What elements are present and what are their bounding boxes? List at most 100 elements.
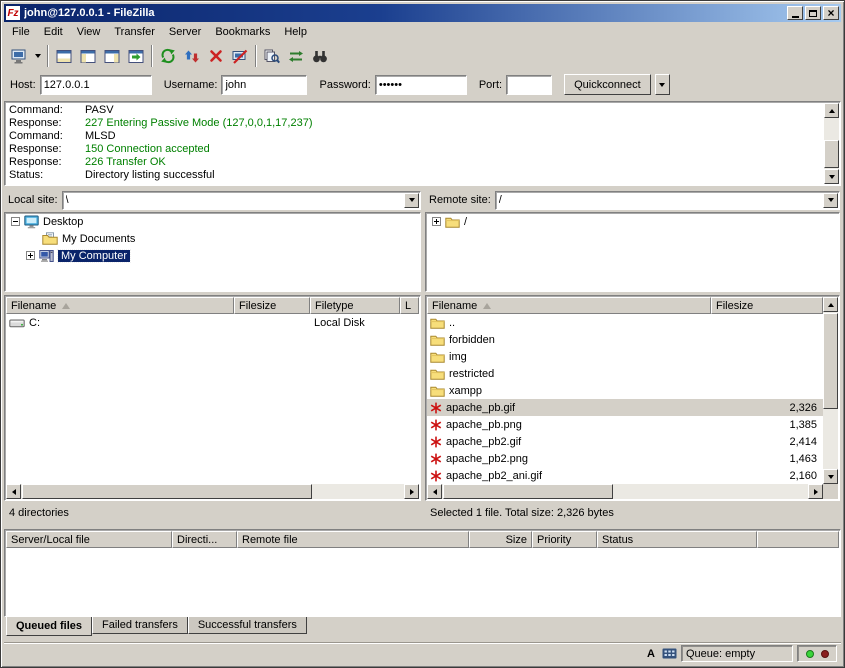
scrollbar-thumb[interactable]	[22, 484, 312, 499]
menu-edit[interactable]: Edit	[37, 23, 70, 41]
remote-site-dropdown[interactable]	[823, 193, 838, 208]
column-header-lastmodified[interactable]: L	[400, 297, 419, 314]
local-site-combo[interactable]	[62, 191, 421, 210]
tree-item-root[interactable]: /	[426, 213, 839, 230]
binoculars-icon	[312, 49, 328, 64]
log-scrollbar[interactable]	[824, 103, 839, 184]
local-horizontal-scrollbar[interactable]	[6, 484, 419, 499]
file-type: Local Disk	[310, 317, 400, 329]
folder-row[interactable]: restricted	[427, 365, 823, 382]
scrollbar-left-button[interactable]	[427, 484, 442, 499]
scrollbar-down-button[interactable]	[823, 469, 838, 484]
remote-vertical-scrollbar[interactable]	[823, 297, 838, 484]
scrollbar-up-button[interactable]	[823, 297, 838, 312]
tab-failed-transfers[interactable]: Failed transfers	[92, 617, 188, 634]
cancel-button[interactable]	[204, 44, 228, 68]
file-row[interactable]: apache_pb.png 1,385	[427, 416, 823, 433]
remote-site-combo[interactable]	[495, 191, 840, 210]
local-site-input[interactable]	[63, 192, 404, 209]
process-queue-button[interactable]	[180, 44, 204, 68]
scrollbar-thumb[interactable]	[824, 140, 839, 168]
file-row[interactable]: apache_pb2.gif 2,414	[427, 433, 823, 450]
tree-item-label: /	[464, 216, 467, 228]
local-list-header: Filename Filesize Filetype L	[6, 297, 419, 314]
title-bar[interactable]: Fz john@127.0.0.1 - FileZilla ×	[4, 4, 841, 22]
scrollbar-up-button[interactable]	[824, 103, 839, 118]
host-input[interactable]	[40, 75, 152, 95]
tree-item-my-computer[interactable]: My Computer	[5, 247, 420, 264]
scrollbar-right-button[interactable]	[808, 484, 823, 499]
folder-row[interactable]: img	[427, 348, 823, 365]
file-name: C:	[29, 317, 40, 329]
site-manager-button[interactable]	[7, 44, 31, 68]
column-header-remote-file[interactable]: Remote file	[237, 531, 469, 548]
toggle-queue-button[interactable]	[124, 44, 148, 68]
tab-successful-transfers[interactable]: Successful transfers	[188, 617, 307, 634]
expand-icon[interactable]	[26, 251, 35, 260]
remote-horizontal-scrollbar[interactable]	[427, 484, 823, 499]
quickconnect-bar: Host: Username: Password: Port: Quickcon…	[4, 70, 841, 99]
tree-item-label: Desktop	[43, 216, 83, 228]
menu-file[interactable]: File	[5, 23, 37, 41]
menu-view[interactable]: View	[70, 23, 108, 41]
column-header-direction[interactable]: Directi...	[172, 531, 237, 548]
file-row[interactable]: apache_pb2.png 1,463	[427, 450, 823, 467]
expand-icon[interactable]	[432, 217, 441, 226]
scrollbar-thumb[interactable]	[823, 313, 838, 409]
maximize-button[interactable]	[805, 6, 821, 20]
column-header-status[interactable]: Status	[597, 531, 757, 548]
menu-server[interactable]: Server	[162, 23, 208, 41]
site-manager-dropdown[interactable]	[31, 44, 44, 68]
scrollbar-down-button[interactable]	[824, 169, 839, 184]
folder-row[interactable]: forbidden	[427, 331, 823, 348]
local-site-dropdown[interactable]	[404, 193, 419, 208]
menu-help[interactable]: Help	[277, 23, 314, 41]
scrollbar-left-button[interactable]	[6, 484, 21, 499]
column-header-filename[interactable]: Filename	[427, 297, 711, 314]
quickconnect-button[interactable]: Quickconnect	[564, 74, 651, 95]
log-line: Response:227 Entering Passive Mode (127,…	[9, 117, 820, 130]
tree-item-desktop[interactable]: Desktop	[5, 213, 420, 230]
password-input[interactable]	[375, 75, 467, 95]
disconnect-button[interactable]	[228, 44, 252, 68]
column-header-server-local-file[interactable]: Server/Local file	[6, 531, 172, 548]
column-header-priority[interactable]: Priority	[532, 531, 597, 548]
column-header-filesize[interactable]: Filesize	[711, 297, 823, 314]
folder-row[interactable]: xampp	[427, 382, 823, 399]
app-icon[interactable]: Fz	[6, 6, 20, 20]
column-header-filetype[interactable]: Filetype	[310, 297, 400, 314]
file-row[interactable]: apache_pb2_ani.gif 2,160	[427, 467, 823, 483]
file-row-selected[interactable]: apache_pb.gif 2,326	[427, 399, 823, 416]
message-log-icon	[56, 49, 72, 64]
scrollbar-right-button[interactable]	[404, 484, 419, 499]
tab-queued-files[interactable]: Queued files	[6, 617, 92, 636]
sync-browsing-button[interactable]	[284, 44, 308, 68]
keypad-icon	[662, 648, 677, 659]
toggle-local-tree-button[interactable]	[76, 44, 100, 68]
status-bar: Queue: empty	[4, 642, 841, 664]
toggle-message-log-button[interactable]	[52, 44, 76, 68]
port-input[interactable]	[506, 75, 552, 95]
collapse-icon[interactable]	[11, 217, 20, 226]
quickconnect-dropdown[interactable]	[655, 74, 670, 95]
close-button[interactable]: ×	[823, 6, 839, 20]
log-line-text: MLSD	[85, 130, 116, 143]
remote-file-list: Filename Filesize .. forbidden img restr…	[425, 295, 840, 501]
parent-directory-row[interactable]: ..	[427, 314, 823, 331]
menu-transfer[interactable]: Transfer	[107, 23, 162, 41]
minimize-button[interactable]	[787, 6, 803, 20]
find-files-button[interactable]	[308, 44, 332, 68]
column-header-size[interactable]: Size	[469, 531, 532, 548]
scrollbar-thumb[interactable]	[443, 484, 613, 499]
menu-bookmarks[interactable]: Bookmarks	[208, 23, 277, 41]
tree-item-my-documents[interactable]: My Documents	[5, 230, 420, 247]
column-header-filesize[interactable]: Filesize	[234, 297, 310, 314]
toggle-remote-tree-button[interactable]	[100, 44, 124, 68]
file-row-c-drive[interactable]: C: Local Disk	[6, 314, 419, 331]
refresh-button[interactable]	[156, 44, 180, 68]
column-header-filename[interactable]: Filename	[6, 297, 234, 314]
directory-compare-button[interactable]	[260, 44, 284, 68]
remote-site-input[interactable]	[496, 192, 823, 209]
username-input[interactable]	[221, 75, 307, 95]
remote-tree: /	[425, 212, 840, 292]
